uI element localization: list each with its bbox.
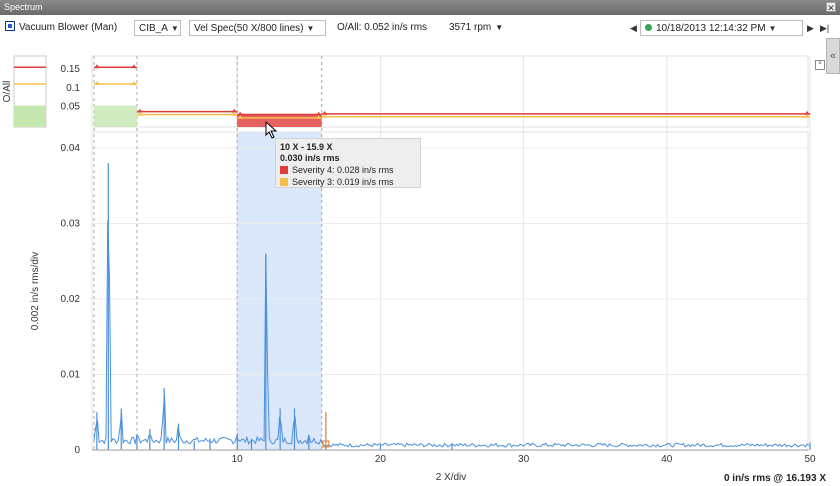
x-tick: 20 (375, 454, 387, 465)
y-tick: 0.01 (61, 370, 81, 381)
cursor-readout: 0 in/s rms @ 16.193 X (723, 473, 826, 484)
mouse-pointer-icon (265, 121, 278, 139)
severity4-swatch (280, 166, 288, 174)
overall-y-tick: 0.1 (66, 83, 80, 94)
tooltip-range: 10 X - 15.9 X (280, 142, 333, 152)
tooltip-severity3: Severity 3: 0.019 in/s rms (280, 176, 416, 188)
x-axis-label: 2 X/div (436, 472, 467, 483)
x-tick: 40 (661, 454, 673, 465)
overall-y-tick: 0.05 (61, 101, 81, 112)
x-tick: 10 (232, 454, 244, 465)
x-tick: 50 (804, 454, 816, 465)
severity4-label: Severity 4: 0.028 in/s rms (292, 165, 394, 175)
y-tick: 0.02 (61, 294, 81, 305)
overall-band-bar (94, 105, 137, 127)
y-tick: 0.04 (61, 143, 81, 154)
overall-y-tick: 0.15 (61, 64, 81, 75)
severity3-label: Severity 3: 0.019 in/s rms (292, 177, 394, 187)
y-tick: 0 (74, 445, 80, 456)
overall-band-bar (237, 113, 322, 127)
overall-mini-bar (14, 105, 46, 127)
tooltip-severity4: Severity 4: 0.028 in/s rms (280, 164, 416, 176)
overall-y-label: O/All (2, 81, 13, 103)
band-tooltip: 10 X - 15.9 X 0.030 in/s rms Severity 4:… (275, 138, 421, 188)
x-tick: 30 (518, 454, 530, 465)
y-axis-label: 0.002 in/s rms/div (30, 252, 41, 330)
plot-area (91, 131, 809, 451)
severity3-swatch (280, 178, 288, 186)
spectrum-chart[interactable]: 0.05 0.1 0.15 O/All 0.01 0.02 0.03 0.04 0 10 20 30 4… (0, 0, 840, 486)
y-tick: 0.03 (61, 219, 81, 230)
tooltip-value: 0.030 in/s rms (280, 153, 340, 163)
